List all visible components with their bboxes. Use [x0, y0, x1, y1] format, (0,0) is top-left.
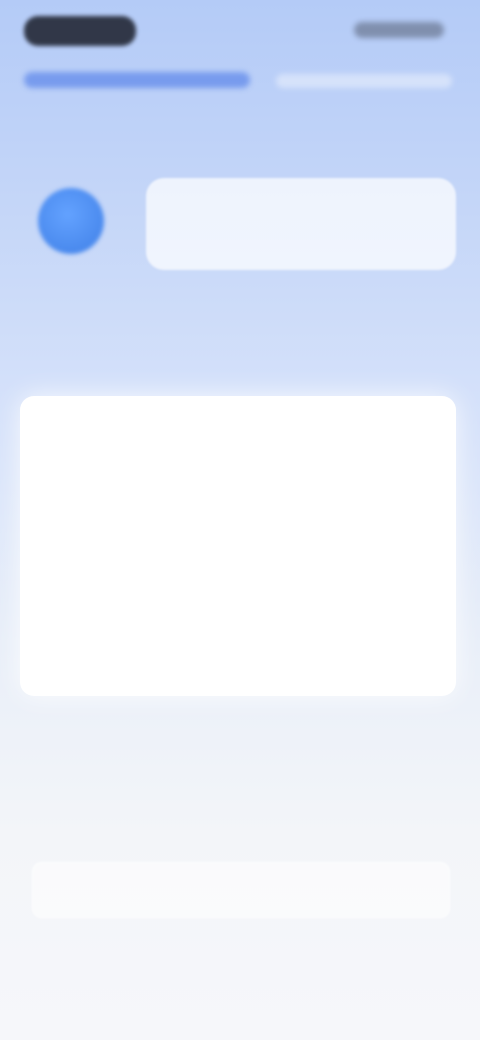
header-link[interactable] [24, 72, 250, 88]
header-right-element[interactable] [276, 74, 452, 88]
assistant-avatar [38, 188, 104, 254]
primary-action-button[interactable] [32, 862, 450, 918]
status-bar [0, 0, 480, 60]
secondary-action-link[interactable] [40, 930, 440, 970]
option-1[interactable] [60, 522, 416, 562]
greeting-bubble [146, 178, 456, 270]
options-card [20, 396, 456, 696]
status-indicators [354, 22, 444, 38]
option-2[interactable] [60, 582, 416, 622]
status-time [24, 16, 136, 46]
assistant-message-row [0, 170, 480, 280]
option-3[interactable] [60, 642, 416, 682]
